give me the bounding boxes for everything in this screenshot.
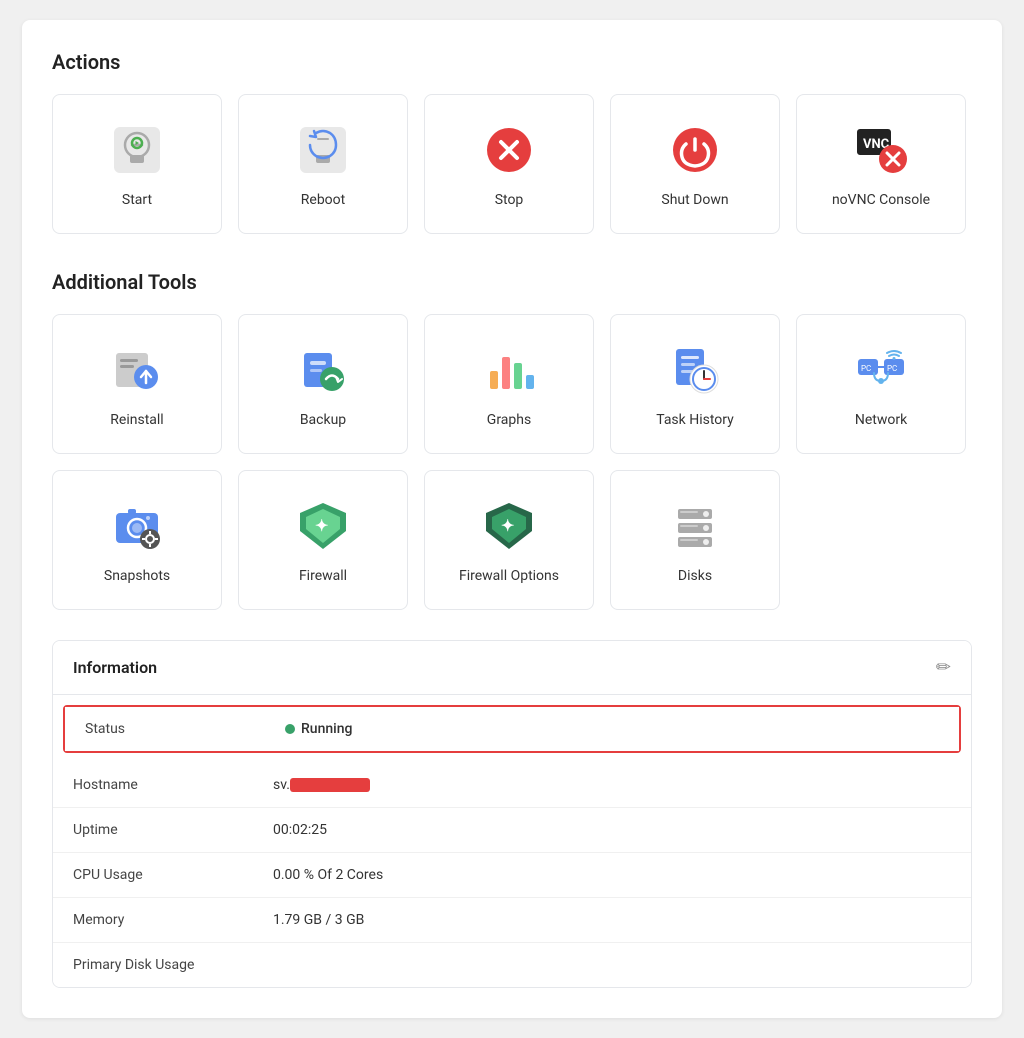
memory-key: Memory [73,912,273,928]
disks-label: Disks [678,568,712,584]
status-text: Running [301,721,352,737]
shutdown-icon [665,120,725,180]
cpu-key: CPU Usage [73,867,273,883]
disks-icon [665,496,725,556]
shutdown-button[interactable]: Shut Down [610,94,780,234]
cpu-row: CPU Usage 0.00 % Of 2 Cores [53,853,971,898]
graphs-label: Graphs [487,412,531,428]
hostname-row: Hostname sv. [53,763,971,808]
network-icon: PC PC [851,340,911,400]
hostname-key: Hostname [73,777,273,793]
shutdown-label: Shut Down [661,192,728,208]
actions-grid: Start Reboot [52,94,972,234]
taskhistory-icon [665,340,725,400]
hostname-redacted [290,778,370,792]
uptime-value: 00:02:25 [273,822,327,838]
novnc-icon: VNC [851,120,911,180]
svg-text:✦: ✦ [501,516,514,535]
reboot-button[interactable]: Reboot [238,94,408,234]
status-value: Running [285,721,352,737]
network-button[interactable]: PC PC Network [796,314,966,454]
firewall-button[interactable]: ✦ Firewall [238,470,408,610]
info-section: Information ✏ Status Running Hostname sv… [52,640,972,988]
stop-icon [479,120,539,180]
disk-row: Primary Disk Usage [53,943,971,987]
reboot-icon [293,120,353,180]
firewall-options-label: Firewall Options [459,568,559,584]
graphs-icon [479,340,539,400]
info-section-title: Information [73,658,157,677]
memory-value: 1.79 GB / 3 GB [273,912,364,928]
firewall-label: Firewall [299,568,347,584]
start-label: Start [122,192,152,208]
additional-title: Additional Tools [52,270,972,294]
snapshots-label: Snapshots [104,568,170,584]
snapshots-icon [107,496,167,556]
novnc-label: noVNC Console [832,192,930,208]
reinstall-label: Reinstall [110,412,163,428]
graphs-button[interactable]: Graphs [424,314,594,454]
snapshots-button[interactable]: Snapshots [52,470,222,610]
network-label: Network [855,412,907,428]
reinstall-button[interactable]: Reinstall [52,314,222,454]
edit-icon[interactable]: ✏ [936,657,951,678]
hostname-value: sv. [273,777,370,793]
uptime-key: Uptime [73,822,273,838]
svg-text:PC: PC [887,364,897,373]
firewall-icon: ✦ [293,496,353,556]
firewall-options-icon: ✦ [479,496,539,556]
backup-label: Backup [300,412,346,428]
backup-button[interactable]: Backup [238,314,408,454]
start-icon [107,120,167,180]
svg-text:✦: ✦ [315,516,328,535]
stop-label: Stop [495,192,524,208]
status-row-wrapper: Status Running [63,705,961,753]
actions-title: Actions [52,50,972,74]
info-header: Information ✏ [53,641,971,695]
additional-grid: Reinstall Backup [52,314,972,610]
firewall-options-button[interactable]: ✦ Firewall Options [424,470,594,610]
svg-text:PC: PC [861,364,871,373]
status-dot [285,724,295,734]
stop-button[interactable]: Stop [424,94,594,234]
disks-button[interactable]: Disks [610,470,780,610]
start-button[interactable]: Start [52,94,222,234]
status-row: Status Running [65,707,959,751]
reinstall-icon [107,340,167,400]
reboot-label: Reboot [301,192,345,208]
uptime-row: Uptime 00:02:25 [53,808,971,853]
cpu-value: 0.00 % Of 2 Cores [273,867,383,883]
backup-icon [293,340,353,400]
novnc-button[interactable]: VNC noVNC Console [796,94,966,234]
memory-row: Memory 1.79 GB / 3 GB [53,898,971,943]
disk-key: Primary Disk Usage [73,957,273,973]
main-card: Actions Start [22,20,1002,1018]
taskhistory-label: Task History [656,412,734,428]
taskhistory-button[interactable]: Task History [610,314,780,454]
status-key: Status [85,721,285,737]
